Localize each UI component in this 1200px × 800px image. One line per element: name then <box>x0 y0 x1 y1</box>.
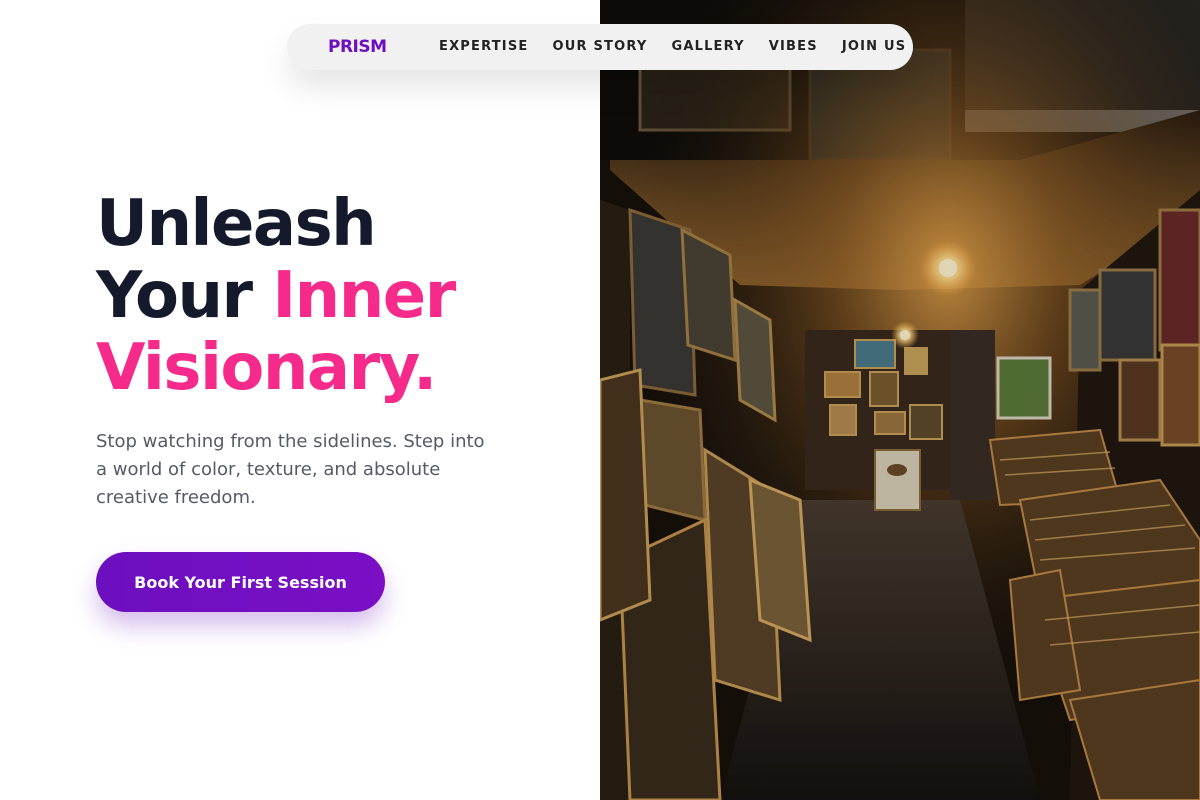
nav-links: EXPERTISE OUR STORY GALLERY VIBES JOIN U… <box>439 38 906 56</box>
headline-word-inner: Inner <box>272 259 456 333</box>
nav-link-vibes[interactable]: VIBES <box>769 38 818 56</box>
headline-line-3: Visionary. <box>96 331 437 405</box>
book-session-button[interactable]: Book Your First Session <box>96 552 385 612</box>
headline-line-1: Unleash <box>96 187 377 261</box>
hero-subtext: Stop watching from the sidelines. Step i… <box>96 431 485 508</box>
headline-word-your: Your <box>96 259 253 333</box>
nav-link-expertise[interactable]: EXPERTISE <box>439 38 529 56</box>
headline-line-2: Your Inner <box>96 259 456 333</box>
landing-page: PRISM EXPERTISE OUR STORY GALLERY VIBES … <box>0 0 1200 800</box>
nav-link-join-us[interactable]: JOIN US <box>842 38 906 56</box>
nav-link-our-story[interactable]: OUR STORY <box>553 38 648 56</box>
top-nav: PRISM EXPERTISE OUR STORY GALLERY VIBES … <box>287 24 913 70</box>
nav-link-gallery[interactable]: GALLERY <box>671 38 744 56</box>
hero-headline: Unleash Your Inner Visionary. <box>96 187 456 405</box>
brand-logo[interactable]: PRISM <box>328 36 387 58</box>
art-gallery-photo <box>600 0 1200 800</box>
